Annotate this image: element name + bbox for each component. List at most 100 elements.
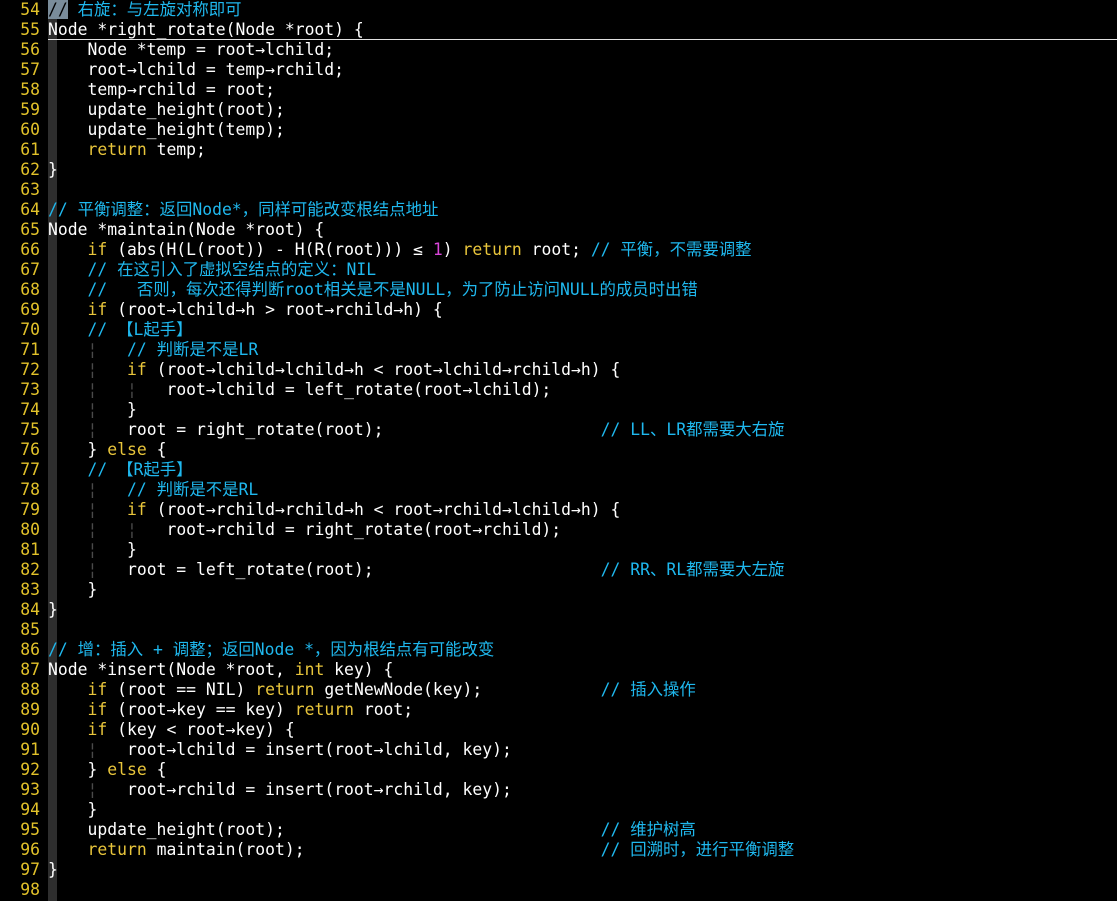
code-line[interactable]: 81 ¦ } xyxy=(0,540,137,560)
code-line[interactable]: 70 // 【L起手】 xyxy=(0,320,192,340)
code-line[interactable]: 62} xyxy=(0,160,58,180)
code-line[interactable]: 61 return temp; xyxy=(0,140,206,160)
code-line[interactable]: 60 update_height(temp); xyxy=(0,120,285,140)
line-number: 72 xyxy=(20,360,40,379)
line-number: 83 xyxy=(20,580,40,599)
code-line[interactable]: 96 return maintain(root); // 回溯时，进行平衡调整 xyxy=(0,840,794,860)
code-token: Node *insert(Node *root, xyxy=(48,660,295,679)
keyword-token: if xyxy=(87,240,108,259)
comment-token: // 回溯时，进行平衡调整 xyxy=(600,840,795,859)
line-code: ¦ // 判断是不是RL xyxy=(48,480,258,500)
line-code: // 在这引入了虚拟空结点的定义：NIL xyxy=(48,260,376,280)
code-token: temp→rchild = root; xyxy=(48,80,275,99)
line-code: return maintain(root); // 回溯时，进行平衡调整 xyxy=(48,840,794,860)
line-code: update_height(root); xyxy=(48,100,285,120)
line-code: ¦ root = right_rotate(root); // LL、LR都需要… xyxy=(48,420,784,440)
code-line[interactable]: 89 if (root→key == key) return root; xyxy=(0,700,413,720)
code-editor[interactable]: 54 // 右旋：与左旋对称即可 55 Node *right_rotate(Node… xyxy=(0,0,1117,901)
code-line[interactable]: 79 ¦ if (root→rchild→rchild→h < root→rch… xyxy=(0,500,620,520)
code-token: maintain(root); xyxy=(146,840,601,859)
code-token: root→lchild = left_rotate(root→lchild); xyxy=(136,380,552,399)
line-number: 70 xyxy=(20,320,40,339)
line-number: 61 xyxy=(20,140,40,159)
code-token: root→rchild = right_rotate(root→rchild); xyxy=(136,520,562,539)
code-line[interactable]: 98 xyxy=(0,880,48,900)
line-number: 79 xyxy=(20,500,40,519)
code-line[interactable]: 91 ¦ root→lchild = insert(root→lchild, k… xyxy=(0,740,512,760)
line-code: } xyxy=(48,860,58,880)
code-token: update_height(root); xyxy=(48,100,285,119)
code-line[interactable]: 57 root→lchild = temp→rchild; xyxy=(0,60,344,80)
code-line[interactable]: 66 if (abs(H(L(root)) - H(R(root))) ≤ 1)… xyxy=(0,240,752,260)
line-code: ¦ ¦ root→lchild = left_rotate(root→lchil… xyxy=(48,380,551,400)
line-code: ¦ // 判断是不是LR xyxy=(48,340,258,360)
code-line[interactable]: 68 // 否则，每次还得判断root相关是不是NULL，为了防止访问NULL的… xyxy=(0,280,698,300)
line-code: if (root→key == key) return root; xyxy=(48,700,413,720)
code-line[interactable]: 92 } else { xyxy=(0,760,166,780)
code-line[interactable]: 77 // 【R起手】 xyxy=(0,460,192,480)
code-line[interactable]: 71 ¦ // 判断是不是LR xyxy=(0,340,258,360)
line-number: 64 xyxy=(20,200,40,219)
code-line[interactable]: 93 ¦ root→rchild = insert(root→rchild, k… xyxy=(0,780,512,800)
code-line[interactable]: 78 ¦ // 判断是不是RL xyxy=(0,480,258,500)
code-line[interactable]: 76 } else { xyxy=(0,440,166,460)
code-line[interactable]: 90 if (key < root→key) { xyxy=(0,720,294,740)
code-token: } xyxy=(97,540,137,559)
line-code: root→lchild = temp→rchild; xyxy=(48,60,344,80)
code-line[interactable]: 56 Node *temp = root→lchild; xyxy=(0,40,334,60)
code-line[interactable]: 67 // 在这引入了虚拟空结点的定义：NIL xyxy=(0,260,376,280)
code-line[interactable]: 80 ¦ ¦ root→rchild = right_rotate(root→r… xyxy=(0,520,561,540)
keyword-token: return xyxy=(462,240,522,259)
line-code: } else { xyxy=(48,440,166,460)
code-line[interactable]: 94 } xyxy=(0,800,97,820)
code-line[interactable]: 85 xyxy=(0,620,48,640)
line-number: 66 xyxy=(20,240,40,259)
code-line[interactable]: 73 ¦ ¦ root→lchild = left_rotate(root→lc… xyxy=(0,380,551,400)
indent-guide: ¦ xyxy=(87,520,98,539)
code-line[interactable]: 54 // 右旋：与左旋对称即可 xyxy=(0,0,242,20)
line-number: 96 xyxy=(20,840,40,859)
comment-token: // 维护树高 xyxy=(600,820,696,839)
code-token: (root→rchild→rchild→h < root→rchild→lchi… xyxy=(146,500,621,519)
code-line[interactable]: 86 // 增：插入 + 调整；返回Node *，因为根结点有可能改变 xyxy=(0,640,494,660)
code-line[interactable]: 58 temp→rchild = root; xyxy=(0,80,275,100)
code-line[interactable]: 87 Node *insert(Node *root, int key) { xyxy=(0,660,393,680)
code-line[interactable]: 59 update_height(root); xyxy=(0,100,285,120)
code-line[interactable]: 97} xyxy=(0,860,58,880)
code-line[interactable]: 82 ¦ root = left_rotate(root); // RR、RL都… xyxy=(0,560,784,580)
comment-token: 右旋：与左旋对称即可 xyxy=(67,0,242,19)
code-line[interactable]: 95 update_height(root); // 维护树高 xyxy=(0,820,696,840)
code-line[interactable]: 74 ¦ } xyxy=(0,400,137,420)
code-token: (root→key == key) xyxy=(107,700,295,719)
line-number: 57 xyxy=(20,60,40,79)
comment-token: // 平衡调整：返回Node*，同样可能改变根结点地址 xyxy=(48,200,439,219)
code-line[interactable]: 55 Node *right_rotate(Node *root) { xyxy=(0,20,364,40)
code-token: } xyxy=(97,400,137,419)
code-line[interactable]: 72 ¦ if (root→lchild→lchild→h < root→lch… xyxy=(0,360,620,380)
line-code: ¦ root→rchild = insert(root→rchild, key)… xyxy=(48,780,511,800)
code-line[interactable]: 65 Node *maintain(Node *root) { xyxy=(0,220,324,240)
code-line[interactable]: 63 xyxy=(0,180,48,200)
code-line[interactable]: 75 ¦ root = right_rotate(root); // LL、LR… xyxy=(0,420,784,440)
code-token: } xyxy=(48,800,98,819)
code-line[interactable]: 84} xyxy=(0,600,58,620)
code-token: root→lchild = insert(root→lchild, key); xyxy=(97,740,512,759)
code-line[interactable]: 83 } xyxy=(0,580,97,600)
line-code: ¦ root→lchild = insert(root→lchild, key)… xyxy=(48,740,512,760)
comment-token: // 平衡，不需要调整 xyxy=(590,240,752,259)
code-token: root = right_rotate(root); xyxy=(97,420,601,439)
comment-token: // 判断是不是LR xyxy=(126,340,259,359)
code-line[interactable]: 88 if (root == NIL) return getNewNode(ke… xyxy=(0,680,696,700)
line-number: 89 xyxy=(20,700,40,719)
code-line[interactable]: 69 if (root→lchild→h > root→rchild→h) { xyxy=(0,300,443,320)
code-line[interactable]: 64 // 平衡调整：返回Node*，同样可能改变根结点地址 xyxy=(0,200,438,220)
